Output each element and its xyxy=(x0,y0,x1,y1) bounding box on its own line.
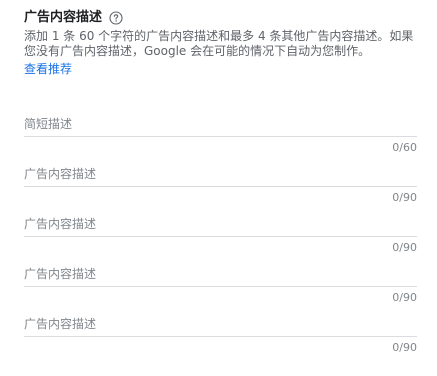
section-header: 广告内容描述 xyxy=(24,8,420,28)
section-description: 添加 1 条 60 个字符的广告内容描述和最多 4 条其他广告内容描述。如果您没… xyxy=(24,29,414,58)
description-input-2[interactable] xyxy=(24,212,417,237)
description-input-4[interactable] xyxy=(24,312,417,337)
description-field-3: 0/90 xyxy=(24,262,417,312)
char-counter: 0/90 xyxy=(392,341,417,354)
short-description-field: 0/60 xyxy=(24,112,417,162)
char-counter: 0/90 xyxy=(392,241,417,254)
description-input-3[interactable] xyxy=(24,262,417,287)
description-input-1[interactable] xyxy=(24,162,417,187)
descriptions-section: 广告内容描述 添加 1 条 60 个字符的广告内容描述和最多 4 条其他广告内容… xyxy=(24,8,420,77)
description-field-4: 0/90 xyxy=(24,312,417,362)
short-description-input[interactable] xyxy=(24,112,417,137)
char-counter: 0/90 xyxy=(392,191,417,204)
view-recommendations-link[interactable]: 查看推荐 xyxy=(24,61,72,77)
section-title: 广告内容描述 xyxy=(24,10,103,25)
description-fields: 0/60 0/90 0/90 0/90 0/90 xyxy=(24,112,417,362)
char-counter: 0/90 xyxy=(392,291,417,304)
help-circle-icon[interactable] xyxy=(108,10,124,26)
description-field-2: 0/90 xyxy=(24,212,417,262)
help-circle-icon-glyph xyxy=(109,11,123,25)
char-counter: 0/60 xyxy=(392,141,417,154)
description-field-1: 0/90 xyxy=(24,162,417,212)
